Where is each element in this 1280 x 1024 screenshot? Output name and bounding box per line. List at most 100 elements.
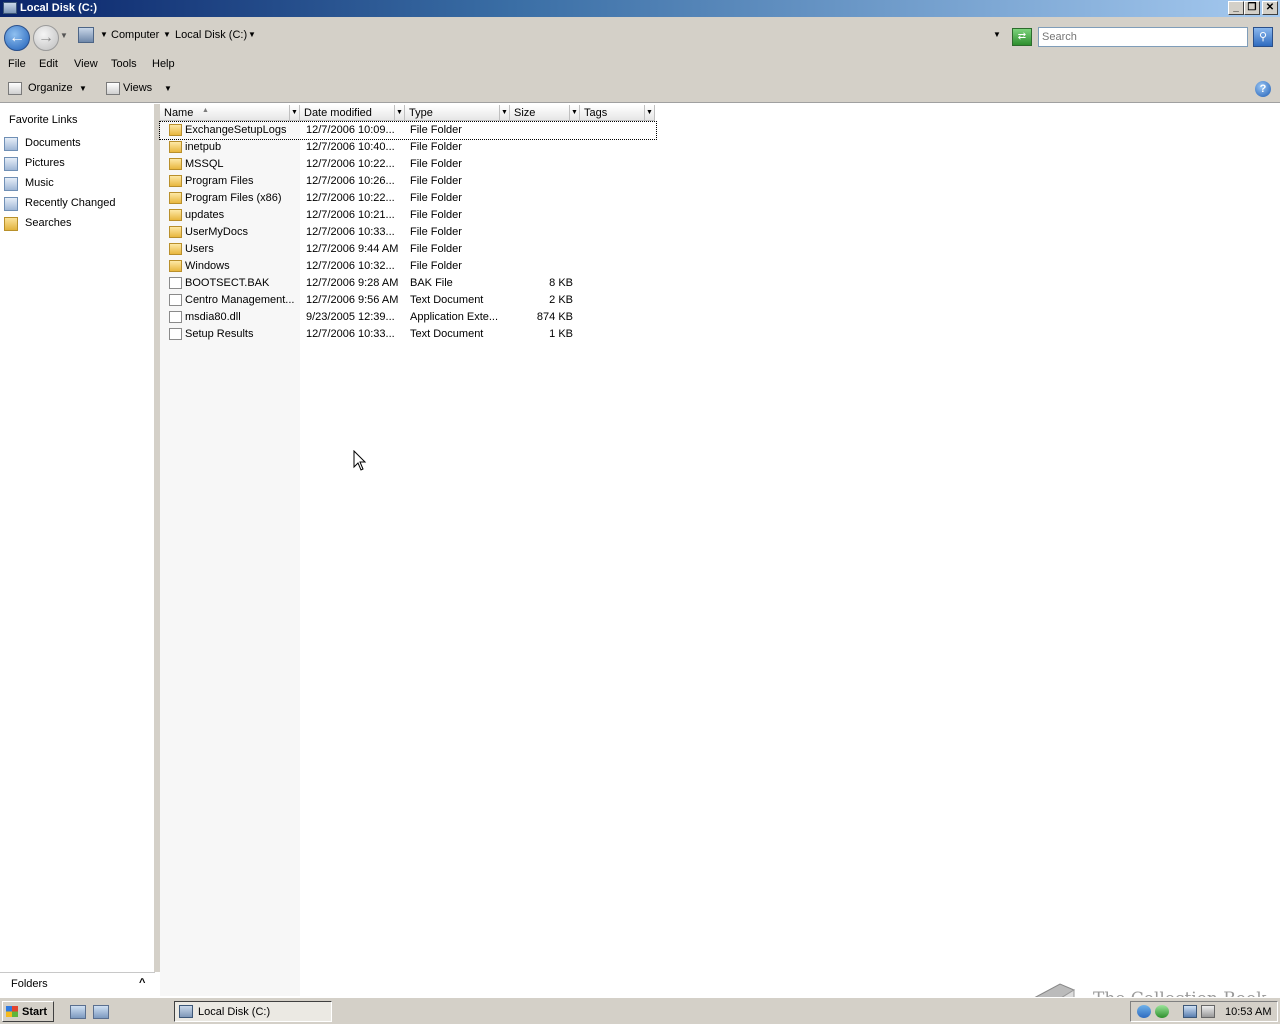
drive-icon [3,2,17,14]
documents-icon [4,137,18,151]
menu-view[interactable]: View [74,58,98,70]
menu-edit[interactable]: Edit [39,58,58,70]
file-type: File Folder [410,124,462,136]
table-row[interactable]: Setup Results 12/7/2006 10:33... Text Do… [160,326,660,343]
address-history-dropdown[interactable]: ▼ [993,30,1001,39]
taskbar-item-local-disk[interactable]: Local Disk (C:) [174,1001,332,1022]
column-header-size[interactable]: Size ▼ [510,105,580,121]
recent-pages-dropdown[interactable]: ▼ [60,31,68,40]
chevron-down-icon[interactable]: ▼ [163,30,171,39]
column-header-type[interactable]: Type ▼ [405,105,510,121]
nav-link-music[interactable]: Music [4,176,152,192]
sort-ascending-icon: ▲ [202,107,209,114]
menu-file[interactable]: File [8,58,26,70]
show-desktop-icon[interactable] [93,1005,109,1019]
table-row[interactable]: inetpub 12/7/2006 10:40... File Folder [160,139,660,156]
music-icon [4,177,18,191]
restore-button[interactable]: ❐ [1244,1,1260,15]
file-date: 12/7/2006 10:40... [306,141,395,153]
table-row[interactable]: UserMyDocs 12/7/2006 10:33... File Folde… [160,224,660,241]
table-row[interactable]: updates 12/7/2006 10:21... File Folder [160,207,660,224]
chevron-down-icon[interactable]: ▼ [499,105,509,120]
file-date: 12/7/2006 9:28 AM [306,277,399,289]
folders-toggle[interactable]: Folders ^ [0,972,155,996]
organize-button[interactable]: Organize [28,82,73,94]
menu-tools[interactable]: Tools [111,58,137,70]
column-header-label: Name [164,107,194,119]
address-row: ← → ▼ ▼ Computer ▼ Local Disk (C:) ▼ ▼ ⇄… [0,17,1280,55]
nav-link-documents[interactable]: Documents [4,136,152,152]
chevron-down-icon[interactable]: ▼ [394,105,404,120]
chevron-up-icon[interactable]: ^ [139,977,145,989]
chevron-down-icon[interactable]: ▼ [569,105,579,120]
volume-muted-icon[interactable] [1201,1005,1215,1018]
file-icon [169,277,182,289]
file-name: updates [185,209,225,221]
column-header-tags[interactable]: Tags ▼ [580,105,655,121]
network-connection-icon[interactable] [1183,1005,1197,1018]
back-button[interactable]: ← [4,25,30,51]
chevron-down-icon[interactable]: ▼ [79,84,87,93]
network-globe-icon[interactable] [1137,1005,1151,1018]
column-header-name[interactable]: Name ▲ ▼ [160,105,300,121]
nav-link-label: Searches [25,217,72,229]
chevron-down-icon[interactable]: ▼ [289,105,299,120]
folder-icon [169,141,182,153]
organize-icon [8,82,22,95]
start-button[interactable]: Start [2,1001,54,1022]
chevron-down-icon[interactable]: ▼ [248,30,256,39]
nav-link-searches[interactable]: Searches [4,216,152,232]
table-row[interactable]: ExchangeSetupLogs 12/7/2006 10:09... Fil… [159,121,657,140]
table-row[interactable]: msdia80.dll 9/23/2005 12:39... Applicati… [160,309,660,326]
file-type: File Folder [410,175,462,187]
views-icon [106,82,120,95]
breadcrumb-computer[interactable]: Computer [111,29,159,41]
refresh-button[interactable]: ⇄ [1012,28,1032,46]
nav-link-recently-changed[interactable]: Recently Changed [4,196,152,212]
folder-icon [169,209,182,221]
search-input[interactable] [1038,27,1248,47]
dll-file-icon [169,311,182,323]
file-type: Text Document [410,294,484,306]
file-name: inetpub [185,141,222,153]
folder-icon [169,243,182,255]
table-row[interactable]: Program Files 12/7/2006 10:26... File Fo… [160,173,660,190]
nav-link-label: Pictures [25,157,65,169]
table-row[interactable]: MSSQL 12/7/2006 10:22... File Folder [160,156,660,173]
table-row[interactable]: Centro Management... 12/7/2006 9:56 AM T… [160,292,660,309]
close-button[interactable]: ✕ [1262,1,1278,15]
file-type: File Folder [410,260,462,272]
folder-icon [169,175,182,187]
forward-button[interactable]: → [33,25,59,51]
search-button[interactable]: ⚲ [1253,27,1273,47]
table-row[interactable]: Program Files (x86) 12/7/2006 10:22... F… [160,190,660,207]
pictures-icon [4,157,18,171]
table-row[interactable]: BOOTSECT.BAK 12/7/2006 9:28 AM BAK File … [160,275,660,292]
views-button[interactable]: Views [123,82,152,94]
file-date: 12/7/2006 10:26... [306,175,395,187]
folder-icon [169,260,182,272]
security-shield-icon[interactable] [1155,1005,1169,1018]
minimize-button[interactable]: _ [1228,1,1244,15]
nav-link-pictures[interactable]: Pictures [4,156,152,172]
system-clock[interactable]: 10:53 AM [1225,1006,1271,1018]
windows-logo-icon [6,1006,18,1017]
file-name: BOOTSECT.BAK [185,277,270,289]
address-bar[interactable]: ▼ Computer ▼ Local Disk (C:) ▼ ▼ [75,26,1007,46]
file-type: File Folder [410,192,462,204]
breadcrumb-local-disk[interactable]: Local Disk (C:) [175,29,247,41]
file-date: 12/7/2006 10:22... [306,192,395,204]
help-icon[interactable]: ? [1255,81,1271,97]
server-manager-icon[interactable] [70,1005,86,1019]
file-name: msdia80.dll [185,311,241,323]
folder-icon [169,158,182,170]
column-header-date-modified[interactable]: Date modified ▼ [300,105,405,121]
chevron-down-icon[interactable]: ▼ [100,30,108,39]
table-row[interactable]: Windows 12/7/2006 10:32... File Folder [160,258,660,275]
menu-help[interactable]: Help [152,58,175,70]
file-type: Application Exte... [410,311,499,323]
column-header-label: Tags [584,107,608,119]
table-row[interactable]: Users 12/7/2006 9:44 AM File Folder [160,241,660,258]
chevron-down-icon[interactable]: ▼ [644,105,654,120]
chevron-down-icon[interactable]: ▼ [164,84,172,93]
